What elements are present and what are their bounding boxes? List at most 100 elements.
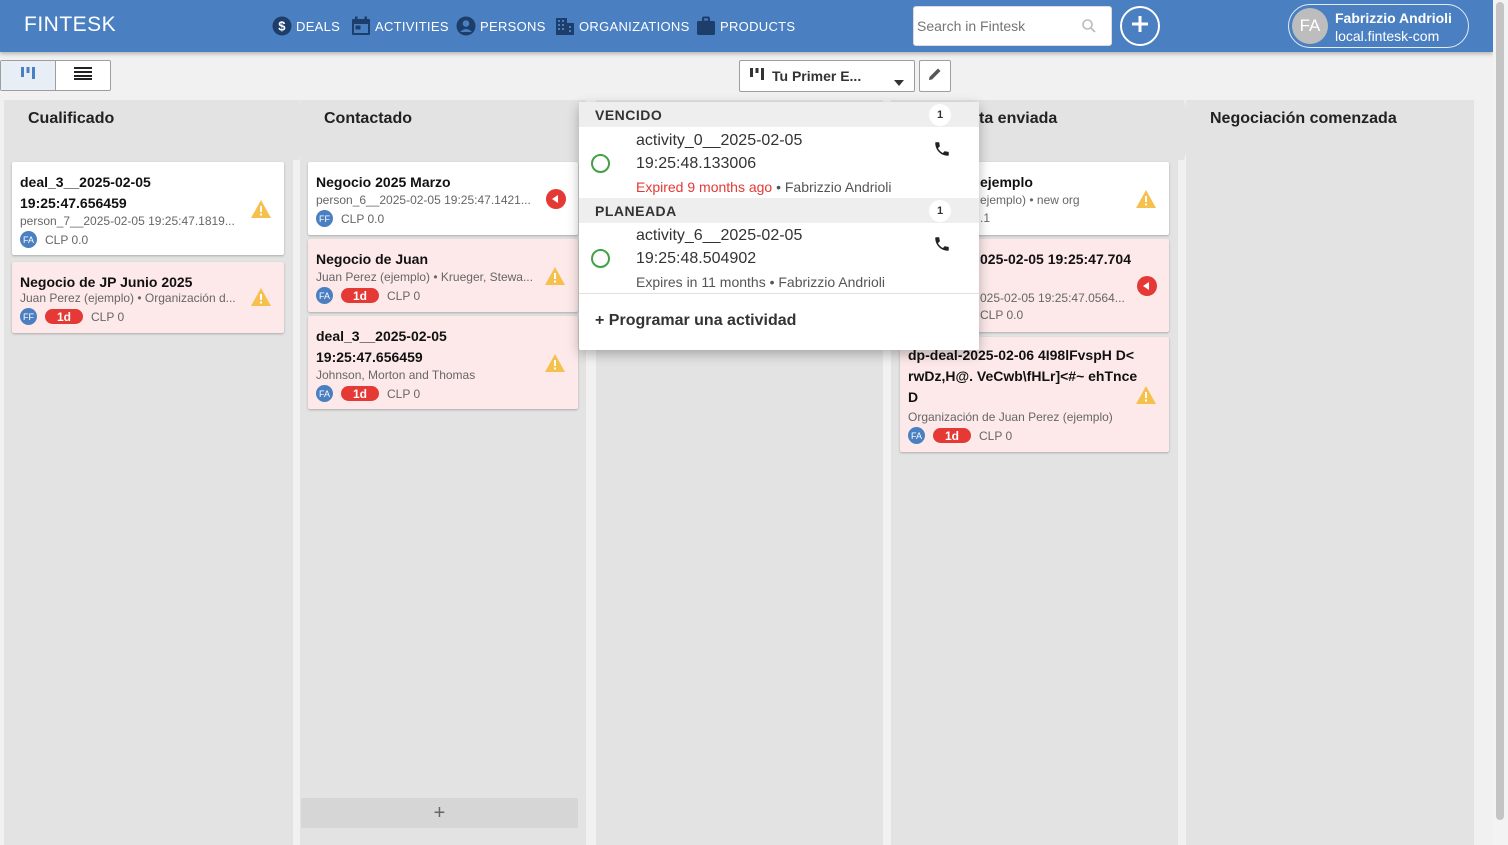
plus-icon: [1129, 13, 1151, 40]
edit-pipeline-button[interactable]: [919, 60, 951, 92]
deal-title: 025-02-05 19:25:47.704: [980, 251, 1132, 267]
brand-logo[interactable]: FINTESK: [24, 13, 116, 37]
overdue-badge: 1d: [341, 386, 379, 401]
activity-owner: • Fabrizzio Andrioli: [772, 179, 892, 195]
deal-title: Negocio de JP Junio 2025: [20, 274, 193, 290]
scrollbar-thumb[interactable]: [1496, 2, 1504, 820]
quick-add-button[interactable]: [1120, 6, 1160, 46]
nav-activities-label: ACTIVITIES: [375, 18, 449, 34]
nav-persons[interactable]: PERSONS: [456, 15, 546, 37]
top-bar: FINTESK $ DEALS ACTIVITIES PERSONS ORGAN…: [0, 0, 1493, 52]
nav-deals[interactable]: $ DEALS: [272, 15, 340, 37]
deal-title: deal_3__2025-02-05 19:25:47.656459: [316, 328, 447, 365]
schedule-activity-button[interactable]: + Programar una actividad: [595, 312, 796, 330]
stage-column: Negociación comenzada: [1186, 100, 1474, 845]
activity-meta: Expires in 11 months • Fabrizzio Andriol…: [636, 274, 885, 290]
dollar-icon: $: [272, 16, 292, 36]
user-org: local.fintesk-com: [1335, 28, 1440, 44]
planned-section-header: PLANEADA 1: [579, 198, 979, 223]
overdue-section-title: VENCIDO: [595, 107, 663, 123]
avatar: FF: [20, 308, 37, 325]
deal-title: Negocio de Juan: [316, 251, 429, 267]
deal-title: dp-deal-2025-02-06 4I98lFvspH D<rwDz,H@.…: [908, 347, 1138, 405]
avatar: FA: [316, 287, 333, 304]
avatar: FA: [908, 427, 925, 444]
activity-meta: Expired 9 months ago • Fabrizzio Andriol…: [636, 179, 891, 195]
deal-card[interactable]: deal_3__2025-02-05 19:25:47.656459 Johns…: [308, 316, 578, 409]
view-toggle: [0, 60, 111, 91]
overdue-section-header: VENCIDO 1: [579, 102, 979, 127]
deal-title: Negocio 2025 Marzo: [316, 174, 451, 190]
warning-icon: [251, 288, 271, 306]
deal-subtitle-2: .1: [980, 211, 991, 225]
nav-activities[interactable]: ACTIVITIES: [351, 15, 449, 37]
phone-icon: [935, 142, 949, 156]
deal-amount: CLP 0.0: [980, 308, 1024, 322]
warning-icon: [1136, 190, 1156, 208]
deal-card[interactable]: Negocio 2025 Marzo person_6__2025-02-05 …: [308, 162, 578, 235]
overdue-badge: 1d: [45, 309, 83, 324]
avatar: FA: [20, 231, 37, 248]
overdue-count: 1: [929, 104, 951, 126]
deal-card[interactable]: dp-deal-2025-02-06 4I98lFvspH D<rwDz,H@.…: [900, 337, 1169, 452]
deal-amount: CLP 0.0: [341, 211, 385, 226]
nav-organizations[interactable]: ORGANIZATIONS: [555, 15, 690, 37]
activity-expired: Expired 9 months ago: [636, 179, 773, 195]
search-icon[interactable]: [1081, 18, 1097, 34]
phone-icon: [935, 237, 949, 251]
person-icon: [456, 16, 476, 36]
avatar: FA: [316, 385, 333, 402]
planned-section-title: PLANEADA: [595, 203, 677, 219]
deal-footer: FA 1d CLP 0: [316, 287, 420, 304]
activity-title[interactable]: activity_6__2025-02-05 19:25:48.504902: [636, 224, 916, 270]
divider: [579, 293, 979, 294]
planned-count: 1: [929, 200, 951, 222]
stage-title: ta enviada: [979, 110, 1058, 127]
deal-footer: FA 1d CLP 0: [908, 427, 1012, 444]
pencil-icon: [927, 66, 943, 87]
briefcase-icon: [696, 16, 716, 36]
deal-footer: CLP 0.0: [980, 308, 1023, 322]
complete-activity-checkbox[interactable]: [591, 249, 610, 268]
pipeline-select[interactable]: Tu Primer E...: [739, 60, 915, 92]
deal-footer: FF CLP 0.0: [316, 210, 384, 227]
list-view-button[interactable]: [56, 61, 111, 90]
deal-amount: CLP 0: [387, 288, 421, 303]
search-input[interactable]: [914, 7, 1074, 45]
deal-subtitle: Juan Perez (ejemplo) • Organización d...: [20, 291, 236, 305]
nav-persons-label: PERSONS: [480, 18, 546, 34]
activities-popover: VENCIDO 1 activity_0__2025-02-05 19:25:4…: [579, 102, 979, 350]
overdue-icon: [546, 189, 566, 209]
nav-deals-label: DEALS: [296, 18, 341, 34]
nav-products-label: PRODUCTS: [720, 18, 796, 34]
chevron-down-icon: [894, 73, 904, 91]
deal-footer: FA 1d CLP 0: [316, 385, 420, 402]
deal-title: ejemplo: [980, 174, 1033, 190]
deal-subtitle: ejemplo) • new org: [980, 193, 1080, 207]
complete-activity-checkbox[interactable]: [591, 154, 610, 173]
stage-title: Cualificado: [28, 110, 115, 127]
deal-card[interactable]: Negocio de Juan Juan Perez (ejemplo) • K…: [308, 239, 578, 312]
nav-products[interactable]: PRODUCTS: [696, 15, 795, 37]
deal-subtitle: 025-02-05 19:25:47.0564...: [980, 291, 1125, 305]
building-icon: [555, 16, 575, 36]
avatar: FA: [1292, 8, 1328, 44]
add-deal-button[interactable]: +: [301, 798, 578, 828]
warning-icon: [545, 354, 565, 372]
user-name: Fabrizzio Andrioli: [1335, 10, 1452, 26]
deal-amount: CLP 0: [387, 386, 421, 401]
deal-amount: CLP 0: [979, 428, 1013, 443]
overdue-badge: 1d: [933, 428, 971, 443]
deal-card[interactable]: deal_3__2025-02-05 19:25:47.656459 perso…: [12, 162, 284, 255]
deal-card[interactable]: Negocio de JP Junio 2025 Juan Perez (eje…: [12, 262, 284, 333]
user-menu[interactable]: FA Fabrizzio Andrioli local.fintesk-com: [1288, 4, 1469, 48]
deal-subtitle: person_6__2025-02-05 19:25:47.1421...: [316, 193, 531, 207]
calendar-icon: [351, 16, 371, 36]
warning-icon: [545, 267, 565, 285]
deal-footer: FA CLP 0.0: [20, 231, 88, 248]
pipeline-label: Tu Primer E...: [772, 68, 862, 84]
activity-title[interactable]: activity_0__2025-02-05 19:25:48.133006: [636, 129, 916, 175]
search-box: [913, 6, 1112, 46]
kanban-view-button[interactable]: [1, 61, 56, 90]
warning-icon: [1136, 386, 1156, 404]
